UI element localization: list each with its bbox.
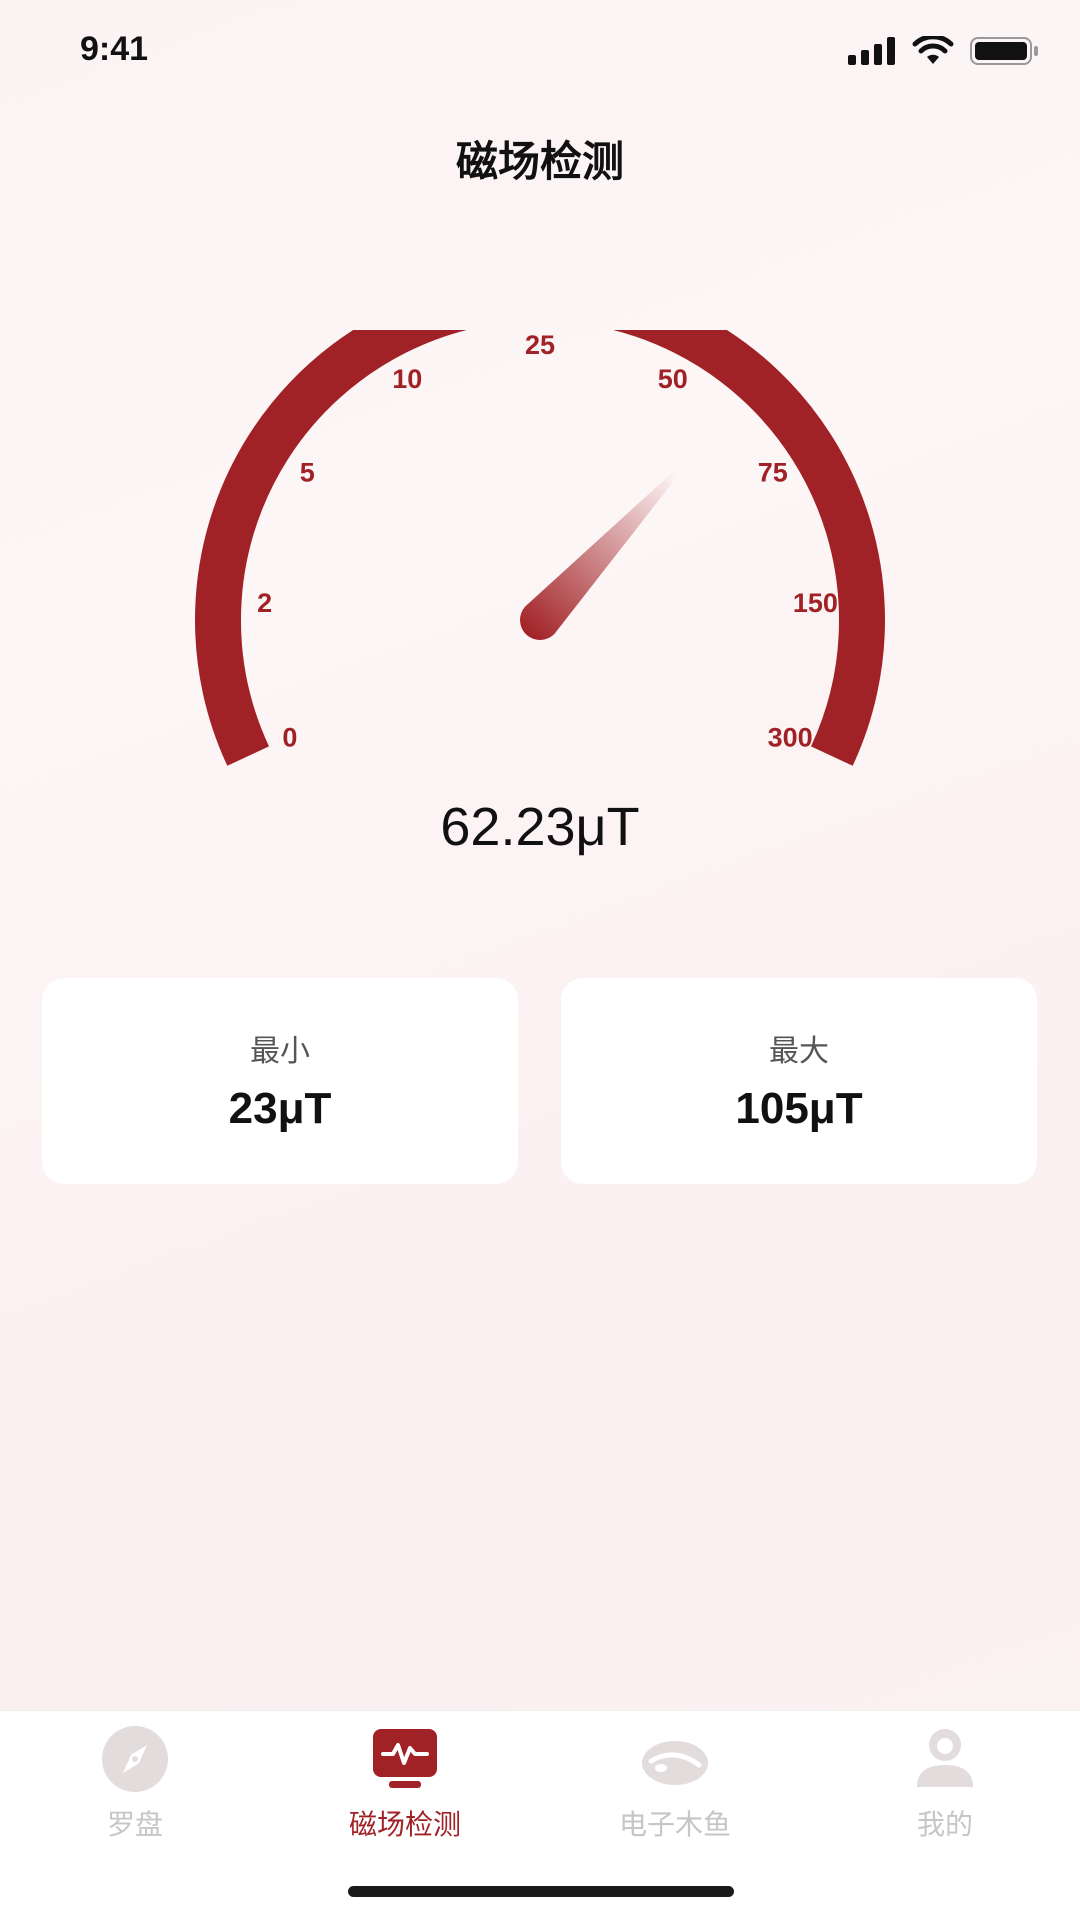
magnetic-gauge: 0 2 5 10 25 50 75 150 300: [190, 275, 890, 790]
tab-compass[interactable]: 罗盘: [0, 1711, 270, 1861]
page-title: 磁场检测: [455, 137, 624, 186]
tab-magnetic-detect[interactable]: 磁场检测: [270, 1711, 540, 1861]
max-label: 最大: [769, 1034, 829, 1069]
field-reading: 62.23μT: [440, 797, 640, 857]
tab-mine[interactable]: 我的: [810, 1711, 1080, 1861]
gauge-tick-label: 0: [282, 723, 297, 753]
gauge-tick-label: 2: [257, 588, 272, 618]
user-icon: [917, 1729, 973, 1787]
tab-label-magnetic: 磁场检测: [348, 1808, 461, 1841]
wifi-icon: [912, 36, 954, 64]
gauge-needle: [520, 471, 679, 640]
gauge-tick-label: 5: [300, 458, 315, 488]
signal-icon: [848, 37, 895, 65]
gauge-tick-label: 50: [658, 364, 688, 394]
gauge-arc: [195, 275, 885, 766]
tab-label-compass: 罗盘: [106, 1808, 163, 1841]
gauge-tick-label: 150: [793, 588, 838, 618]
pulse-monitor-icon: [373, 1729, 437, 1788]
gauge-svg: 02510255075150300: [195, 275, 885, 766]
status-icons: [848, 36, 1040, 66]
gauge-tick-label: 75: [758, 458, 788, 488]
status-time: 9:41: [80, 30, 149, 68]
tab-label-mine: 我的: [916, 1808, 973, 1841]
battery-icon: [970, 37, 1038, 65]
gauge-tick-label: 300: [768, 723, 813, 753]
tab-wooden-fish[interactable]: 电子木鱼: [540, 1711, 810, 1861]
max-value: 105μT: [735, 1084, 863, 1133]
gauge-tick-label: 10: [392, 364, 422, 394]
home-indicator[interactable]: [348, 1886, 734, 1897]
min-card: 最小 23μT: [42, 978, 518, 1184]
tab-label-wooden-fish: 电子木鱼: [618, 1808, 731, 1841]
min-label: 最小: [250, 1034, 310, 1069]
gauge-tick-label: 25: [525, 330, 555, 360]
status-bar: 9:41: [0, 0, 1080, 110]
wooden-fish-icon: [642, 1741, 708, 1785]
min-value: 23μT: [228, 1084, 332, 1133]
max-card: 最大 105μT: [561, 978, 1037, 1184]
compass-icon: [102, 1726, 168, 1792]
